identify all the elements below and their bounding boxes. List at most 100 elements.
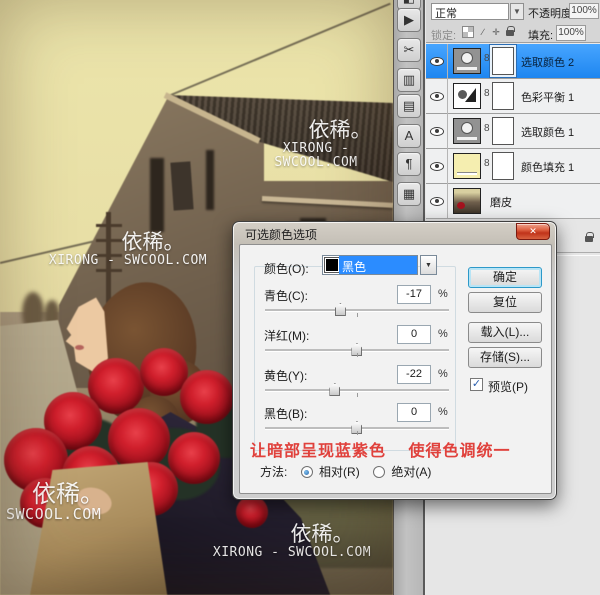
layer-mask-thumbnail[interactable] <box>492 117 514 145</box>
chevron-down-icon[interactable]: ▼ <box>510 3 524 20</box>
window <box>206 150 214 210</box>
visibility-toggle[interactable] <box>426 114 448 149</box>
layer-mask-thumbnail[interactable] <box>492 82 514 110</box>
close-button[interactable]: ✕ <box>516 223 550 240</box>
layer-name[interactable]: 选取颜色 1 <box>521 124 574 140</box>
visibility-toggle[interactable] <box>426 44 448 79</box>
dialog-body: 颜色(O): 黑色 ▼ 青色(C): -17 % 洋红(M): 0 % 黄色(Y… <box>239 244 552 494</box>
dialog-title: 可选颜色选项 <box>245 228 318 242</box>
relative-radio[interactable] <box>300 466 313 478</box>
adjustment-layer-thumbnail[interactable] <box>453 118 481 144</box>
character-panel-icon[interactable]: A <box>397 124 421 148</box>
eye-icon <box>430 57 444 66</box>
power-wire <box>165 2 391 98</box>
layer-comps-panel-icon[interactable]: ▤ <box>397 94 421 118</box>
watermark: 依稀。 XIRONG - SWCOOL.COM <box>237 119 393 170</box>
watermark-url: XIRONG - SWCOOL.COM <box>48 253 208 269</box>
save-button[interactable]: 存储(S)... <box>468 347 542 368</box>
rose <box>108 408 170 470</box>
layer-mask-thumbnail[interactable] <box>492 152 514 180</box>
reset-button[interactable]: 复位 <box>468 292 542 313</box>
cyan-slider[interactable] <box>265 303 449 317</box>
magenta-slider[interactable] <box>265 343 449 357</box>
paragraph-panel-icon[interactable]: ¶ <box>397 152 421 176</box>
rose <box>168 432 220 484</box>
watermark-text: 依稀。 <box>290 523 354 546</box>
mask-link-icon: 8 <box>484 53 490 64</box>
histogram-panel-icon[interactable]: ▦ <box>397 182 421 206</box>
watermark-text: 依稀。 <box>308 119 372 142</box>
watermark: 依稀。 XIRONG - SWCOOL.COM <box>48 231 208 269</box>
layer-row-smoothing[interactable]: 磨皮 <box>426 184 600 219</box>
lock-pixels-brush-icon[interactable]: ∕ <box>477 26 489 38</box>
fill-layer-thumbnail[interactable] <box>453 153 481 179</box>
black-slider[interactable] <box>265 421 449 435</box>
lock-position-move-icon[interactable]: ✛ <box>490 26 502 38</box>
pole-crossarm <box>96 269 122 272</box>
watermark-text: 依稀。 <box>121 231 185 254</box>
method-row: 方法: 相对(R) 绝对(A) <box>260 463 431 480</box>
yellow-input[interactable]: -22 <box>397 365 431 384</box>
ok-button[interactable]: 确定 <box>468 267 542 288</box>
eye-icon <box>430 92 444 101</box>
blend-mode-select[interactable]: 正常 <box>431 3 509 20</box>
layer-name[interactable]: 色彩平衡 1 <box>521 89 574 105</box>
black-input[interactable]: 0 <box>397 403 431 422</box>
chevron-down-icon[interactable]: ▼ <box>420 255 437 275</box>
preview-label: 预览(P) <box>488 380 528 394</box>
cyan-input[interactable]: -17 <box>397 285 431 304</box>
visibility-toggle[interactable] <box>426 79 448 114</box>
opacity-value[interactable]: 100% <box>569 3 599 19</box>
selective-color-dialog: 可选颜色选项 ✕ 颜色(O): 黑色 ▼ 青色(C): -17 % 洋红(M):… <box>232 221 557 500</box>
absolute-radio[interactable] <box>373 466 386 478</box>
tutorial-annotation: 让暗部呈现蓝紫色 使得色调统一 <box>250 443 511 460</box>
adjustment-layer-thumbnail[interactable] <box>453 83 481 109</box>
eye-icon <box>430 162 444 171</box>
adjustment-layer-thumbnail[interactable] <box>453 48 481 74</box>
mask-link-icon: 8 <box>484 88 490 99</box>
yellow-label: 黄色(Y): <box>264 369 308 383</box>
image-layer-thumbnail[interactable] <box>453 188 481 214</box>
fill-value[interactable]: 100% <box>556 25 586 41</box>
load-button[interactable]: 载入(L)... <box>468 322 542 343</box>
layer-row-color-balance-1[interactable]: 8 色彩平衡 1 <box>426 79 600 114</box>
watermark: 依稀。 XIRONG - SWCOOL.COM <box>212 523 372 560</box>
black-label: 黑色(B): <box>264 407 308 421</box>
fill-label: 填充: <box>528 30 554 42</box>
lock-label: 锁定: <box>431 30 457 42</box>
color-select[interactable]: 黑色 <box>322 255 418 275</box>
watermark-url: XIRONG - SWCOOL.COM <box>274 141 358 170</box>
layer-row-color-fill-1[interactable]: 8 颜色填充 1 <box>426 149 600 184</box>
close-icon: ✕ <box>529 226 537 236</box>
opacity-label: 不透明度: <box>528 8 576 20</box>
actions-panel-icon[interactable]: ▶ <box>397 8 421 32</box>
tool-presets-panel-icon[interactable]: ✂ <box>397 38 421 62</box>
eye-icon <box>430 197 444 206</box>
eye-icon <box>430 127 444 136</box>
window <box>150 158 164 232</box>
clone-source-panel-icon[interactable]: ▥ <box>397 68 421 92</box>
visibility-toggle[interactable] <box>426 149 448 184</box>
preview-checkbox[interactable]: ✓ <box>470 378 483 391</box>
pole-crossarm <box>96 224 122 227</box>
layer-name[interactable]: 颜色填充 1 <box>521 159 574 175</box>
layer-name[interactable]: 选取颜色 2 <box>521 54 574 70</box>
lock-transparency-icon[interactable] <box>462 26 474 38</box>
visibility-toggle[interactable] <box>426 184 448 219</box>
cyan-unit: % <box>438 288 448 300</box>
lock-all-icon[interactable] <box>506 26 515 36</box>
rose <box>180 370 234 424</box>
layer-row-selective-color-1[interactable]: 8 选取颜色 1 <box>426 114 600 149</box>
watermark: 依稀。 SWCOOL.COM <box>6 482 116 523</box>
layer-name[interactable]: 磨皮 <box>490 194 512 210</box>
layers-panel-header: 正常 ▼ 不透明度: 100% 锁定: ∕ ✛ 填充: 100% <box>426 0 600 43</box>
woman-lips <box>75 345 84 350</box>
method-label: 方法: <box>260 465 288 479</box>
relative-label: 相对(R) <box>319 465 360 479</box>
chimney <box>170 161 194 211</box>
layer-mask-thumbnail[interactable] <box>490 45 516 77</box>
layer-row-selective-color-2[interactable]: 8 选取颜色 2 <box>426 44 600 79</box>
magenta-input[interactable]: 0 <box>397 325 431 344</box>
yellow-slider[interactable] <box>265 383 449 397</box>
watermark-text: 依稀。 <box>32 481 104 508</box>
